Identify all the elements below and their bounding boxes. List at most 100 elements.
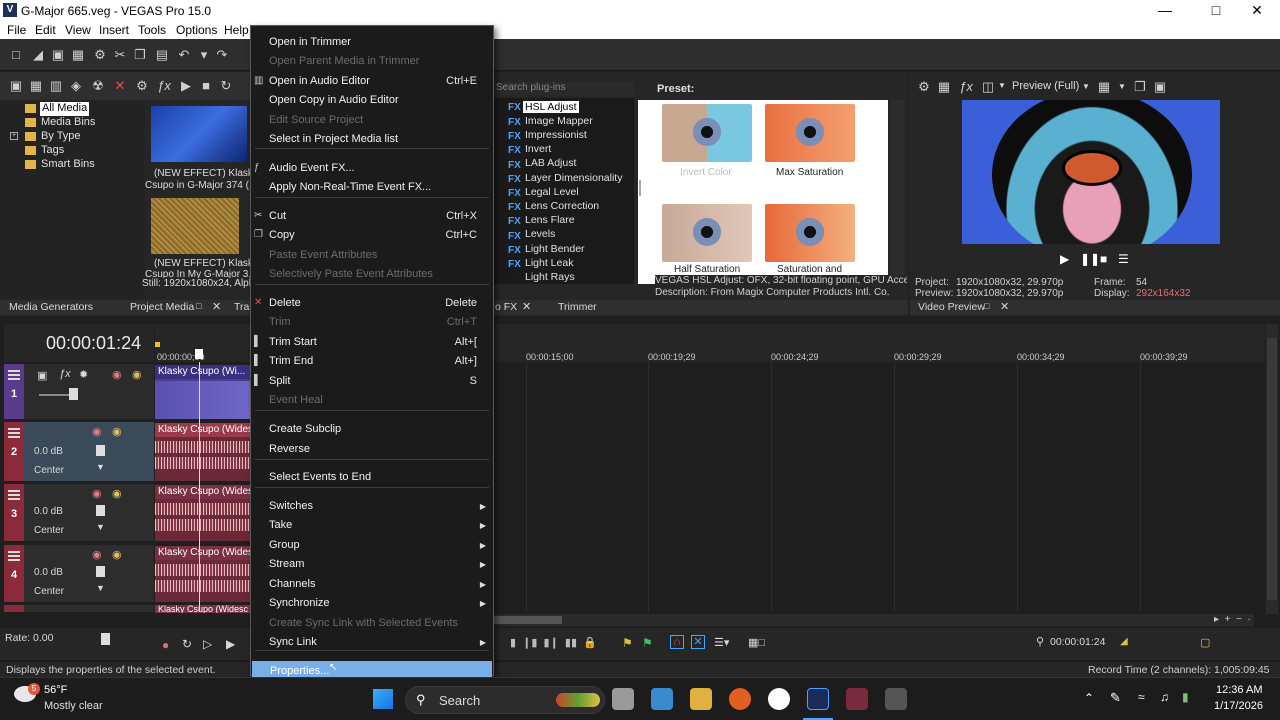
- auto-preview-icon[interactable]: ↻: [218, 78, 234, 94]
- copy-snapshot-icon[interactable]: ❐: [1132, 79, 1148, 95]
- track-header-4[interactable]: 4 ◉ ◉ 0.0 dB Center ▼: [4, 545, 154, 603]
- delete-media-icon[interactable]: ✕: [112, 78, 128, 94]
- preview-stop-icon[interactable]: ■: [1100, 252, 1107, 266]
- video-fx-icon[interactable]: ƒx: [958, 79, 974, 95]
- copy-icon[interactable]: ❐: [132, 47, 148, 63]
- plugin-hsl-adjust[interactable]: HSL Adjust: [523, 101, 579, 113]
- envelope-icon[interactable]: ▦□: [748, 636, 765, 649]
- chevron-down-icon[interactable]: ▼: [1082, 82, 1090, 91]
- tab-media-generators[interactable]: Media Generators: [9, 301, 93, 313]
- pen-icon[interactable]: ✎: [1110, 690, 1121, 706]
- properties-gear-icon[interactable]: ⚙: [134, 78, 150, 94]
- split-screen-icon[interactable]: ◫: [980, 79, 996, 95]
- track-header-1[interactable]: 1 ▣ ƒx ✹ ◉ ◉: [4, 364, 154, 420]
- plugin-legal-level[interactable]: Legal Level: [525, 186, 579, 198]
- battery-icon[interactable]: ▮: [1182, 690, 1189, 704]
- track-menu-icon[interactable]: [8, 551, 20, 561]
- context-item-create-subclip[interactable]: Create Subclip: [251, 419, 493, 439]
- expand-icon[interactable]: +: [10, 132, 18, 140]
- composite-mode-icon[interactable]: ▣: [37, 369, 47, 382]
- plugin-lens-flare[interactable]: Lens Flare: [525, 214, 575, 226]
- menu-help[interactable]: Help: [224, 23, 249, 37]
- track-menu-icon[interactable]: [8, 370, 20, 380]
- paste-icon[interactable]: ▤: [154, 47, 170, 63]
- plugin-lens-correction[interactable]: Lens Correction: [525, 200, 599, 212]
- redo-icon[interactable]: ↷: [214, 47, 230, 63]
- preset-scrollbar[interactable]: [890, 100, 904, 284]
- render-icon[interactable]: ▦: [70, 47, 86, 63]
- start-windows-icon[interactable]: [373, 689, 393, 709]
- track-menu-icon[interactable]: [8, 428, 20, 438]
- track-header-3[interactable]: 3 ◉ ◉ 0.0 dB Center ▼: [4, 484, 154, 542]
- tree-all-media[interactable]: All Media: [40, 102, 90, 116]
- region-flag-icon[interactable]: ⚑: [642, 636, 653, 650]
- widgets-icon[interactable]: [651, 688, 673, 710]
- video-clip-track1[interactable]: Klasky Csupo (Wi...: [155, 365, 250, 419]
- context-item-reverse[interactable]: Reverse: [251, 439, 493, 459]
- undock-icon[interactable]: □: [196, 301, 201, 311]
- weather-desc[interactable]: Mostly clear: [44, 700, 103, 712]
- stop-icon[interactable]: ■: [198, 78, 214, 94]
- context-item-audio-event-fx[interactable]: ƒ Audio Event FX...: [251, 158, 493, 178]
- mute-icon[interactable]: ◉: [92, 487, 102, 500]
- context-item-cut[interactable]: ✂ Cut Ctrl+X: [251, 206, 493, 226]
- menu-tools[interactable]: Tools: [138, 23, 166, 37]
- play-icon[interactable]: ▶: [178, 78, 194, 94]
- loop-region-icon[interactable]: ▢: [1200, 636, 1210, 649]
- audio-clip-track2[interactable]: Klasky Csupo (Widesc: [155, 423, 250, 481]
- solo-icon[interactable]: ◉: [112, 425, 122, 438]
- context-item-switches[interactable]: Switches ▶: [251, 496, 493, 516]
- new-project-icon[interactable]: □: [8, 47, 24, 63]
- volume-slider-thumb[interactable]: [96, 445, 105, 456]
- preset-thumb-max-saturation[interactable]: [765, 104, 855, 162]
- context-item-copy[interactable]: ❐ Copy Ctrl+C: [251, 225, 493, 245]
- menu-insert[interactable]: Insert: [99, 23, 129, 37]
- plugin-light-rays[interactable]: Light Rays: [525, 271, 575, 283]
- solo-icon[interactable]: ◉: [112, 548, 122, 561]
- gear-icon[interactable]: ⚙: [92, 47, 108, 63]
- ripple-mode-icon[interactable]: ☰▾: [714, 636, 729, 649]
- tab-project-media[interactable]: Project Media: [130, 301, 194, 313]
- plugin-image-mapper[interactable]: Image Mapper: [525, 115, 593, 127]
- snapping-icon[interactable]: ∩: [670, 635, 684, 649]
- preview-pause-icon[interactable]: ❚❚: [1080, 252, 1100, 266]
- close-button[interactable]: ✕: [1234, 0, 1280, 21]
- media-thumbnail-2[interactable]: [151, 198, 239, 254]
- firefox-icon[interactable]: [729, 688, 751, 710]
- app-red-icon[interactable]: [846, 688, 868, 710]
- tab-video-preview[interactable]: Video Preview: [918, 301, 985, 313]
- pan-slider-thumb[interactable]: ▼: [96, 462, 105, 472]
- edit-tool-icons[interactable]: ▮ ❙▮ ▮❙ ▮▮ 🔒: [510, 636, 597, 649]
- plugin-invert[interactable]: Invert: [525, 143, 551, 155]
- context-item-trim-end[interactable]: ▌ Trim End Alt+]: [251, 351, 493, 371]
- pan-slider-thumb[interactable]: ▼: [96, 583, 105, 593]
- solo-icon[interactable]: ◉: [112, 487, 122, 500]
- preview-menu-icon[interactable]: ☰: [1118, 252, 1129, 266]
- tree-media-bins[interactable]: Media Bins: [41, 116, 95, 130]
- marker-flag-icon[interactable]: ⚑: [622, 636, 633, 650]
- transport-play-icon[interactable]: ▶: [226, 637, 235, 651]
- volume-icon[interactable]: ♫: [1160, 690, 1169, 704]
- mute-icon[interactable]: ◉: [92, 548, 102, 561]
- taskbar-search-box[interactable]: ⚲ Search: [405, 686, 605, 714]
- tab-transitions[interactable]: Tra: [234, 301, 249, 313]
- timeline-hscroll[interactable]: [494, 614, 1254, 626]
- cut-icon[interactable]: ✂: [112, 47, 128, 63]
- web-media-icon[interactable]: ◈: [68, 78, 84, 94]
- plugin-light-leak[interactable]: Light Leak: [525, 257, 573, 269]
- task-view-icon[interactable]: [612, 688, 634, 710]
- menu-options[interactable]: Options: [176, 23, 217, 37]
- solo-icon[interactable]: ◉: [132, 368, 142, 381]
- save-icon[interactable]: ▣: [50, 47, 66, 63]
- record-icon[interactable]: ●: [162, 638, 169, 652]
- menu-file[interactable]: File: [7, 23, 26, 37]
- context-item-split[interactable]: ▌ Split S: [251, 371, 493, 391]
- plugin-levels[interactable]: Levels: [525, 228, 555, 240]
- context-item-select-in-project-media-list[interactable]: Select in Project Media list: [251, 129, 493, 149]
- clock-time[interactable]: 12:36 AM: [1216, 684, 1262, 696]
- vegas-taskbar-icon[interactable]: [807, 688, 829, 710]
- file-explorer-icon[interactable]: [690, 688, 712, 710]
- tree-by-type[interactable]: By Type: [41, 130, 81, 144]
- context-item-open-in-trimmer[interactable]: Open in Trimmer: [251, 32, 493, 52]
- play-from-start-icon[interactable]: ▷: [203, 637, 212, 651]
